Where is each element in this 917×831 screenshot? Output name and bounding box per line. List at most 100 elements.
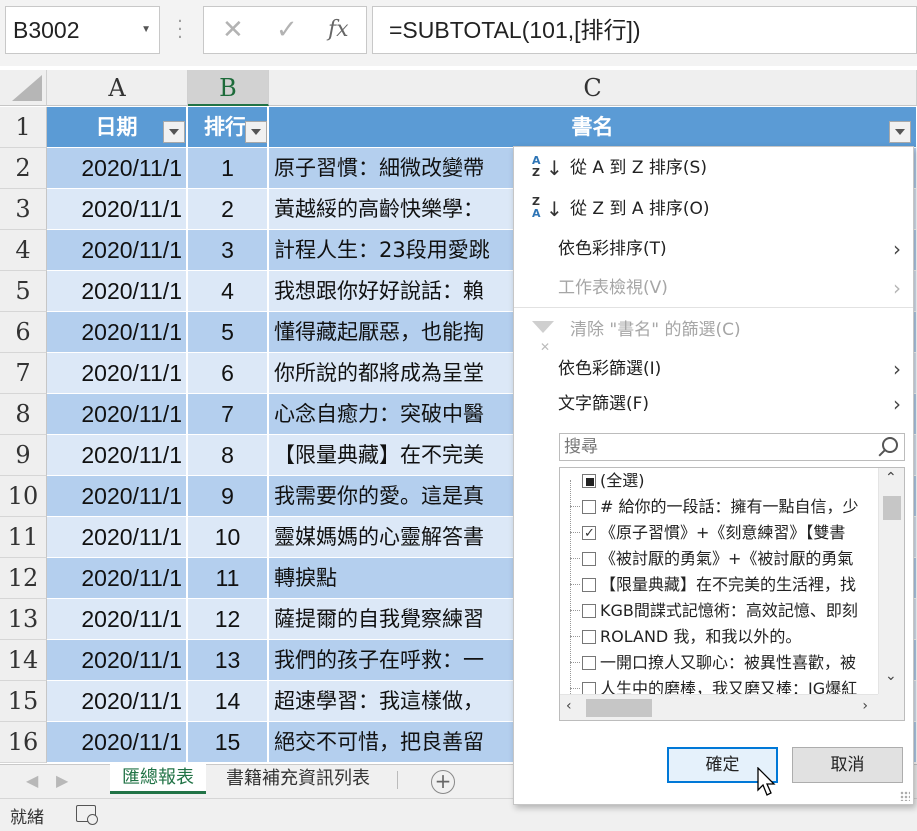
- column-header-b[interactable]: B: [188, 70, 269, 106]
- filter-search-input[interactable]: 搜尋: [559, 433, 905, 461]
- rank-cell[interactable]: 13: [188, 640, 268, 680]
- menu-item-filter-by-color[interactable]: 依色彩篩選(I) ›: [514, 351, 913, 387]
- menu-item-sort-za[interactable]: Z A ↓ 從 Z 到 A 排序(O): [514, 191, 913, 227]
- date-cell[interactable]: 2020/11/1: [47, 476, 187, 516]
- row-header[interactable]: 5: [0, 271, 47, 312]
- list-item[interactable]: # 給你的一段話：擁有一點自信，少: [560, 494, 878, 520]
- column-header-a[interactable]: A: [47, 70, 188, 106]
- accessibility-check-icon[interactable]: [76, 805, 98, 825]
- checkbox[interactable]: [582, 552, 596, 566]
- row-header[interactable]: 14: [0, 640, 47, 681]
- row-header[interactable]: 2: [0, 148, 47, 189]
- rank-cell[interactable]: 12: [188, 599, 268, 639]
- row-header[interactable]: 16: [0, 722, 47, 763]
- list-item[interactable]: 一開口撩人又聊心：被異性喜歡，被: [560, 650, 878, 676]
- date-cell[interactable]: 2020/11/1: [47, 312, 187, 352]
- row-header[interactable]: 15: [0, 681, 47, 722]
- scrollbar-thumb[interactable]: [883, 496, 901, 520]
- scrollbar-thumb[interactable]: [586, 699, 652, 717]
- vertical-scrollbar[interactable]: ⌃ ⌄: [878, 468, 904, 694]
- rank-cell[interactable]: 11: [188, 558, 268, 598]
- filter-dropdown-icon[interactable]: [163, 121, 185, 143]
- scroll-tabs-right-icon[interactable]: ▶: [56, 771, 68, 790]
- add-sheet-icon[interactable]: +: [431, 770, 455, 794]
- rank-cell[interactable]: 2: [188, 189, 268, 229]
- rank-cell[interactable]: 9: [188, 476, 268, 516]
- menu-item-sort-az[interactable]: A Z ↓ 從 A 到 Z 排序(S): [514, 150, 913, 186]
- checkbox[interactable]: [582, 500, 596, 514]
- date-cell[interactable]: 2020/11/1: [47, 599, 187, 639]
- date-cell[interactable]: 2020/11/1: [47, 640, 187, 680]
- cancel-icon[interactable]: ✕: [222, 15, 244, 45]
- select-all-corner[interactable]: [0, 70, 47, 106]
- date-cell[interactable]: 2020/11/1: [47, 189, 187, 229]
- chevron-left-icon[interactable]: ‹: [566, 698, 572, 714]
- insert-function-icon[interactable]: fx: [328, 15, 349, 45]
- row-header[interactable]: 7: [0, 353, 47, 394]
- sheet-tab-summary[interactable]: 匯總報表: [110, 764, 206, 794]
- rank-cell[interactable]: 4: [188, 271, 268, 311]
- chevron-up-icon[interactable]: ⌃: [885, 470, 897, 486]
- filter-dropdown-icon[interactable]: [889, 121, 911, 143]
- row-header[interactable]: 11: [0, 517, 47, 558]
- list-item[interactable]: KGB間諜式記憶術：高效記憶、即刻: [560, 598, 878, 624]
- row-header[interactable]: 10: [0, 476, 47, 517]
- rank-cell[interactable]: 3: [188, 230, 268, 270]
- checkbox[interactable]: [582, 578, 596, 592]
- chevron-down-icon[interactable]: ⌄: [885, 668, 897, 684]
- rank-cell[interactable]: 1: [188, 148, 268, 188]
- row-header[interactable]: 1: [0, 107, 47, 148]
- cancel-button[interactable]: 取消: [792, 747, 903, 783]
- rank-cell[interactable]: 10: [188, 517, 268, 557]
- checkbox-checked[interactable]: [582, 521, 596, 546]
- date-cell[interactable]: 2020/11/1: [47, 558, 187, 598]
- row-header[interactable]: 6: [0, 312, 47, 353]
- checkbox-partial[interactable]: [582, 474, 596, 488]
- horizontal-scrollbar[interactable]: ‹ ›: [560, 694, 878, 720]
- row-header[interactable]: 3: [0, 189, 47, 230]
- date-cell[interactable]: 2020/11/1: [47, 394, 187, 434]
- date-cell[interactable]: 2020/11/1: [47, 681, 187, 721]
- menu-item-text-filters[interactable]: 文字篩選(F) ›: [514, 386, 913, 422]
- enter-icon[interactable]: ✓: [276, 15, 298, 45]
- search-icon[interactable]: [882, 437, 898, 453]
- date-cell[interactable]: 2020/11/1: [47, 722, 187, 762]
- list-item[interactable]: 【限量典藏】在不完美的生活裡，找: [560, 572, 878, 598]
- rank-cell[interactable]: 8: [188, 435, 268, 475]
- list-item[interactable]: (全選): [560, 468, 878, 494]
- name-box[interactable]: B3002 ▼: [5, 6, 160, 54]
- rank-cell[interactable]: 14: [188, 681, 268, 721]
- date-cell[interactable]: 2020/11/1: [47, 353, 187, 393]
- menu-item-sort-by-color[interactable]: 依色彩排序(T) ›: [514, 231, 913, 267]
- sheet-tab-book-info[interactable]: 書籍補充資訊列表: [216, 765, 380, 795]
- checkbox[interactable]: [582, 656, 596, 670]
- row-header[interactable]: 4: [0, 230, 47, 271]
- row-header[interactable]: 12: [0, 558, 47, 599]
- rank-cell[interactable]: 5: [188, 312, 268, 352]
- header-cell-title[interactable]: 書名: [269, 107, 917, 147]
- date-cell[interactable]: 2020/11/1: [47, 435, 187, 475]
- checkbox[interactable]: [582, 604, 596, 618]
- list-item[interactable]: 《原子習慣》+《刻意練習》【雙書: [560, 520, 878, 546]
- chevron-down-icon[interactable]: ▼: [141, 7, 151, 53]
- chevron-right-icon[interactable]: ›: [862, 698, 868, 714]
- formula-input[interactable]: =SUBTOTAL(101,[排行]): [372, 6, 917, 54]
- date-cell[interactable]: 2020/11/1: [47, 230, 187, 270]
- date-cell[interactable]: 2020/11/1: [47, 517, 187, 557]
- date-cell[interactable]: 2020/11/1: [47, 148, 187, 188]
- checkbox[interactable]: [582, 630, 596, 644]
- resize-grip-icon[interactable]: [900, 791, 910, 801]
- drag-handle-icon[interactable]: · · ·: [176, 13, 184, 47]
- scroll-tabs-left-icon[interactable]: ◀: [26, 771, 38, 790]
- row-header[interactable]: 13: [0, 599, 47, 640]
- date-cell[interactable]: 2020/11/1: [47, 271, 187, 311]
- column-header-c[interactable]: C: [269, 70, 917, 106]
- rank-cell[interactable]: 15: [188, 722, 268, 762]
- rank-cell[interactable]: 7: [188, 394, 268, 434]
- rank-cell[interactable]: 6: [188, 353, 268, 393]
- list-item[interactable]: ROLAND 我，和我以外的。: [560, 624, 878, 650]
- filter-dropdown-icon[interactable]: [245, 121, 267, 143]
- list-item[interactable]: 《被討厭的勇氣》+《被討厭的勇氣: [560, 546, 878, 572]
- row-header[interactable]: 9: [0, 435, 47, 476]
- row-header[interactable]: 8: [0, 394, 47, 435]
